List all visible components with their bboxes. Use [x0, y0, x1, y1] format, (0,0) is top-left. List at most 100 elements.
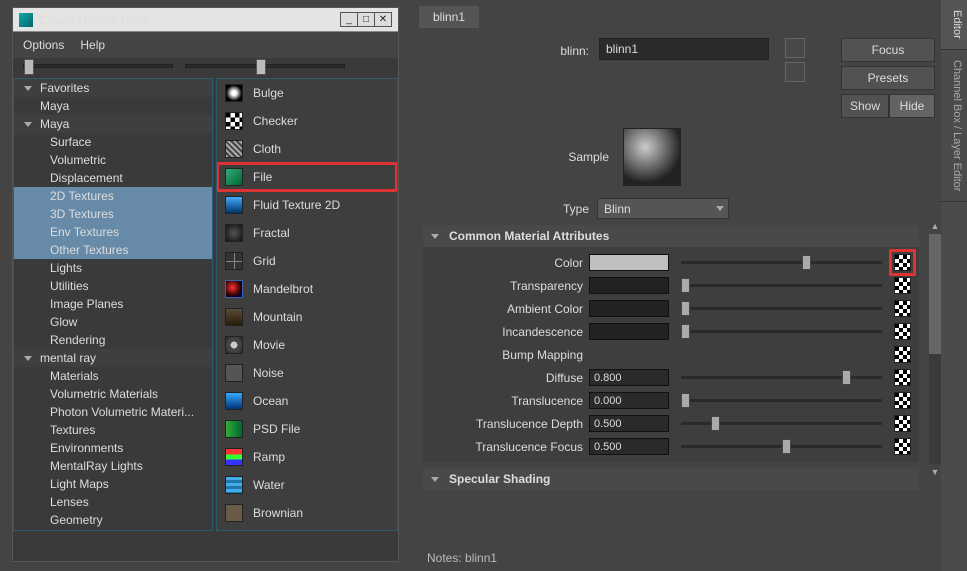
- ambient-map-button[interactable]: [894, 300, 911, 317]
- section-specular: Specular Shading: [423, 468, 919, 490]
- slider-right[interactable]: [185, 64, 345, 68]
- scroll-down-icon[interactable]: ▼: [929, 466, 941, 478]
- tree-contour-store[interactable]: Contour Store: [14, 529, 212, 531]
- translucence-map-button[interactable]: [894, 392, 911, 409]
- type-dropdown[interactable]: Blinn: [597, 198, 729, 219]
- tex-fluid[interactable]: Fluid Texture 2D: [217, 191, 397, 219]
- tree-maya-fav[interactable]: Maya: [14, 97, 212, 115]
- titlebar[interactable]: Create Render Node _ □ ✕: [13, 8, 398, 32]
- diffuse-map-button[interactable]: [894, 369, 911, 386]
- tex-ocean[interactable]: Ocean: [217, 387, 397, 415]
- notes-label: Notes: blinn1: [419, 545, 935, 571]
- tex-file[interactable]: File: [217, 163, 397, 191]
- material-sample-swatch[interactable]: [623, 128, 681, 186]
- menu-help[interactable]: Help: [80, 38, 105, 52]
- tree-2d-textures[interactable]: 2D Textures: [14, 187, 212, 205]
- output-connections-icon[interactable]: [785, 62, 805, 82]
- tree-rendering[interactable]: Rendering: [14, 331, 212, 349]
- bump-map-button[interactable]: [894, 346, 911, 363]
- tex-noise[interactable]: Noise: [217, 359, 397, 387]
- tex-movie[interactable]: Movie: [217, 331, 397, 359]
- tree-photon[interactable]: Photon Volumetric Materi...: [14, 403, 212, 421]
- tex-fractal[interactable]: Fractal: [217, 219, 397, 247]
- section-header-specular[interactable]: Specular Shading: [423, 468, 919, 490]
- tree-volmat[interactable]: Volumetric Materials: [14, 385, 212, 403]
- transparency-map-button[interactable]: [894, 277, 911, 294]
- tree-geometry[interactable]: Geometry: [14, 511, 212, 529]
- tex-ramp[interactable]: Ramp: [217, 443, 397, 471]
- tdepth-input[interactable]: [589, 415, 669, 432]
- tex-cloth[interactable]: Cloth: [217, 135, 397, 163]
- tfocus-map-button[interactable]: [894, 438, 911, 455]
- tree-maya[interactable]: Maya: [14, 115, 212, 133]
- slider-left[interactable]: [23, 64, 173, 68]
- tree-textures[interactable]: Textures: [14, 421, 212, 439]
- tree-lightmaps[interactable]: Light Maps: [14, 475, 212, 493]
- color-map-button[interactable]: [894, 254, 911, 271]
- tree-env-textures[interactable]: Env Textures: [14, 223, 212, 241]
- section-header-common[interactable]: Common Material Attributes: [423, 225, 919, 247]
- tree-surface[interactable]: Surface: [14, 133, 212, 151]
- tex-mandelbrot[interactable]: Mandelbrot: [217, 275, 397, 303]
- restore-button[interactable]: □: [357, 12, 375, 27]
- input-connections-icon[interactable]: [785, 38, 805, 58]
- color-slider[interactable]: [681, 261, 882, 264]
- tfocus-input[interactable]: [589, 438, 669, 455]
- tree-image-planes[interactable]: Image Planes: [14, 295, 212, 313]
- tree-mentalray[interactable]: mental ray: [14, 349, 212, 367]
- tex-grid[interactable]: Grid: [217, 247, 397, 275]
- diffuse-input[interactable]: [589, 369, 669, 386]
- tex-psd[interactable]: PSD File: [217, 415, 397, 443]
- tree-materials[interactable]: Materials: [14, 367, 212, 385]
- ambient-slider[interactable]: [681, 307, 882, 310]
- tree-glow[interactable]: Glow: [14, 313, 212, 331]
- close-button[interactable]: ✕: [374, 12, 392, 27]
- minimize-button[interactable]: _: [340, 12, 358, 27]
- hide-button[interactable]: Hide: [889, 94, 935, 118]
- tree-environments[interactable]: Environments: [14, 439, 212, 457]
- tex-brownian[interactable]: Brownian: [217, 499, 397, 527]
- tree-favorites[interactable]: Favorites: [14, 79, 212, 97]
- tex-mountain[interactable]: Mountain: [217, 303, 397, 331]
- tfocus-slider[interactable]: [681, 445, 882, 448]
- attribute-editor: blinn1 blinn: Focus Presets Show Hide Sa…: [409, 0, 941, 571]
- tdepth-map-button[interactable]: [894, 415, 911, 432]
- tab-blinn1[interactable]: blinn1: [419, 6, 479, 28]
- mountain-icon: [225, 308, 243, 326]
- scroll-thumb[interactable]: [929, 234, 941, 354]
- sidetab-editor[interactable]: Editor: [941, 0, 967, 50]
- tex-bulge[interactable]: Bulge: [217, 79, 397, 107]
- menu-options[interactable]: Options: [23, 38, 64, 52]
- tree-mrlights[interactable]: MentalRay Lights: [14, 457, 212, 475]
- tree-lenses[interactable]: Lenses: [14, 493, 212, 511]
- sidetab-channel[interactable]: Channel Box / Layer Editor: [941, 50, 967, 202]
- texture-list[interactable]: Bulge Checker Cloth File Fluid Texture 2…: [216, 78, 398, 531]
- ambient-swatch[interactable]: [589, 300, 669, 317]
- presets-button[interactable]: Presets: [841, 66, 935, 90]
- incandescence-map-button[interactable]: [894, 323, 911, 340]
- show-button[interactable]: Show: [841, 94, 889, 118]
- focus-button[interactable]: Focus: [841, 38, 935, 62]
- tex-cloud[interactable]: Cloud: [217, 527, 397, 531]
- incandescence-swatch[interactable]: [589, 323, 669, 340]
- translucence-input[interactable]: [589, 392, 669, 409]
- tree-3d-textures[interactable]: 3D Textures: [14, 205, 212, 223]
- diffuse-slider[interactable]: [681, 376, 882, 379]
- tree-volumetric[interactable]: Volumetric: [14, 151, 212, 169]
- node-name-input[interactable]: [599, 38, 769, 60]
- translucence-slider[interactable]: [681, 399, 882, 402]
- tex-checker[interactable]: Checker: [217, 107, 397, 135]
- transparency-swatch[interactable]: [589, 277, 669, 294]
- scroll-up-icon[interactable]: ▲: [929, 220, 941, 232]
- transparency-slider[interactable]: [681, 284, 882, 287]
- tree-other-textures[interactable]: Other Textures: [14, 241, 212, 259]
- tree-lights[interactable]: Lights: [14, 259, 212, 277]
- attr-scrollbar[interactable]: ▲ ▼: [929, 234, 941, 464]
- tree-displacement[interactable]: Displacement: [14, 169, 212, 187]
- tdepth-slider[interactable]: [681, 422, 882, 425]
- category-tree[interactable]: Favorites Maya Maya Surface Volumetric D…: [13, 78, 213, 531]
- tex-water[interactable]: Water: [217, 471, 397, 499]
- tree-utilities[interactable]: Utilities: [14, 277, 212, 295]
- incandescence-slider[interactable]: [681, 330, 882, 333]
- color-swatch[interactable]: [589, 254, 669, 271]
